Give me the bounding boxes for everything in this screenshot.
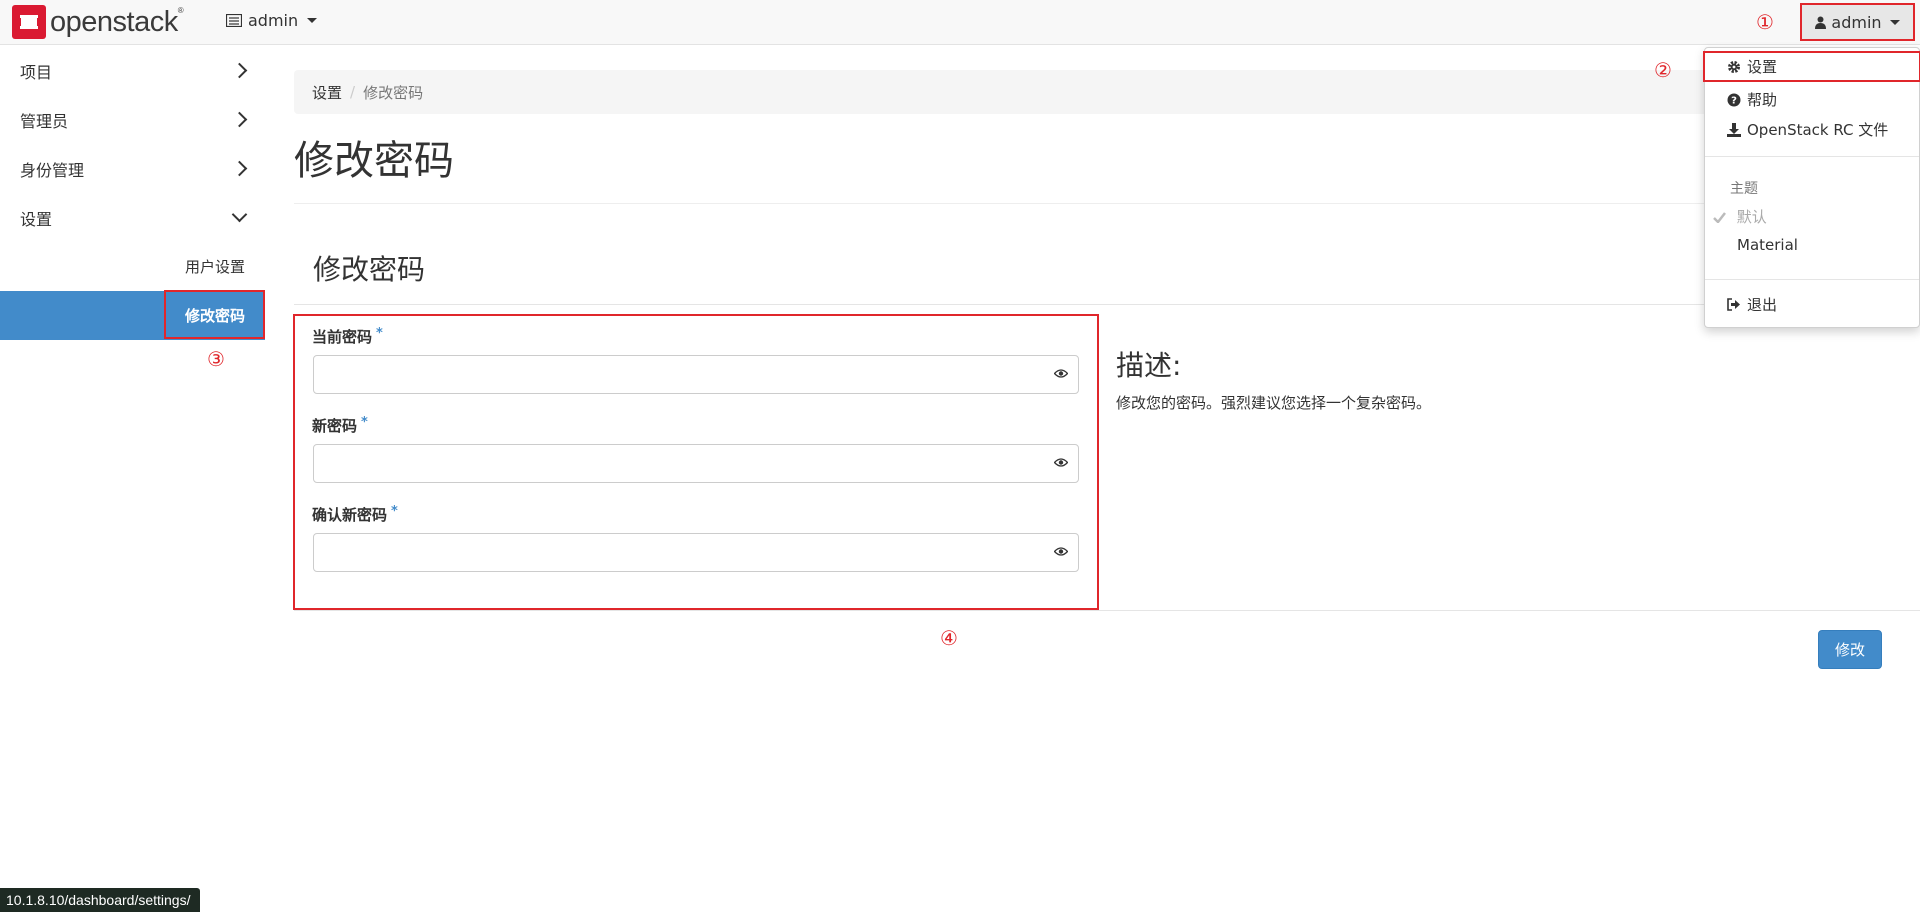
- chevron-right-icon: [231, 160, 248, 177]
- chevron-right-icon: [231, 62, 248, 79]
- menu-item-settings[interactable]: 设置: [1703, 51, 1920, 82]
- chevron-right-icon: [231, 111, 248, 128]
- breadcrumb-current: 修改密码: [363, 83, 424, 102]
- theme-option-label: Material: [1737, 236, 1798, 254]
- theme-option-material[interactable]: Material: [1737, 236, 1798, 254]
- check-icon: [1713, 212, 1726, 224]
- theme-option-default[interactable]: 默认: [1713, 206, 1767, 227]
- menu-item-help[interactable]: ? 帮助: [1705, 85, 1919, 114]
- description-text: 修改您的密码。强烈建议您选择一个复杂密码。: [1116, 394, 1432, 412]
- caret-down-icon: [307, 18, 318, 23]
- page-title: 修改密码: [294, 138, 454, 184]
- menu-item-label: 退出: [1747, 296, 1778, 314]
- current-password-input[interactable]: [313, 355, 1079, 394]
- caret-down-icon: [1889, 19, 1900, 25]
- divider: [294, 304, 1920, 305]
- menu-item-label: 设置: [1747, 58, 1778, 76]
- eye-icon[interactable]: [1054, 458, 1068, 467]
- annotation-marker-3: ③: [207, 347, 225, 371]
- annotation-marker-2: ②: [1654, 58, 1672, 82]
- eye-icon[interactable]: [1054, 369, 1068, 378]
- theme-option-label: 默认: [1736, 208, 1767, 226]
- description-title: 描述:: [1116, 349, 1182, 382]
- menu-item-logout[interactable]: 退出: [1705, 290, 1919, 319]
- menu-item-label: OpenStack RC 文件: [1747, 121, 1889, 139]
- project-switcher[interactable]: admin: [226, 11, 318, 30]
- user-icon: [1815, 16, 1827, 29]
- sidebar-subitem-change-password[interactable]: 修改密码: [0, 290, 265, 340]
- sidebar-item-settings[interactable]: 设置: [0, 193, 265, 242]
- confirm-password-label: 确认新密码 *: [312, 504, 398, 524]
- breadcrumb-parent[interactable]: 设置: [312, 82, 342, 103]
- sidebar-item-label: 设置: [20, 209, 53, 229]
- gear-icon: [1727, 60, 1741, 74]
- svg-text:?: ?: [1731, 95, 1737, 106]
- openstack-logo[interactable]: openstack®: [12, 5, 184, 39]
- divider: [294, 203, 1920, 204]
- download-icon: [1727, 122, 1741, 137]
- sidebar-item-label: 项目: [20, 62, 53, 82]
- sidebar-item-label: 身份管理: [20, 160, 85, 180]
- user-menu-button[interactable]: admin: [1800, 3, 1915, 41]
- eye-icon[interactable]: [1054, 547, 1068, 556]
- logo-text: openstack®: [50, 5, 184, 38]
- menu-divider: [1705, 156, 1919, 157]
- form-title: 修改密码: [313, 253, 426, 286]
- project-name: admin: [248, 11, 299, 30]
- sidebar-subitem-label: 用户设置: [184, 258, 245, 276]
- sidebar-item-identity[interactable]: 身份管理: [0, 144, 265, 193]
- current-password-label: 当前密码 *: [312, 326, 383, 346]
- new-password-input[interactable]: [313, 444, 1079, 483]
- breadcrumb-separator: /: [350, 83, 356, 101]
- annotation-marker-1: ①: [1756, 10, 1774, 34]
- sidebar: 项目 管理员 身份管理 设置 用户设置 修改密码: [0, 46, 265, 340]
- sidebar-subitem-label: 修改密码: [184, 307, 245, 325]
- user-dropdown-menu: 设置 ? 帮助 OpenStack RC 文件 主题 默认 Material 退…: [1703, 47, 1920, 328]
- user-name: admin: [1831, 12, 1882, 32]
- divider: [294, 610, 1920, 611]
- annotation-marker-4: ④: [940, 626, 958, 650]
- menu-divider: [1705, 279, 1919, 280]
- theme-header: 主题: [1730, 181, 1758, 197]
- openstack-logo-icon: [12, 5, 46, 39]
- submit-button[interactable]: 修改: [1818, 630, 1882, 669]
- project-list-icon: [226, 14, 242, 27]
- sidebar-item-admin[interactable]: 管理员: [0, 95, 265, 144]
- sidebar-item-label: 管理员: [20, 111, 69, 131]
- menu-item-rc-file[interactable]: OpenStack RC 文件: [1705, 115, 1919, 144]
- menu-item-label: 帮助: [1747, 91, 1778, 109]
- confirm-password-input[interactable]: [313, 533, 1079, 572]
- question-circle-icon: ?: [1727, 93, 1741, 107]
- new-password-label: 新密码 *: [312, 415, 368, 435]
- sign-out-icon: [1727, 298, 1741, 312]
- sidebar-subitem-user-settings[interactable]: 用户设置: [0, 242, 265, 291]
- browser-status-url: 10.1.8.10/dashboard/settings/: [0, 888, 201, 912]
- chevron-down-icon: [231, 206, 248, 223]
- sidebar-item-project[interactable]: 项目: [0, 46, 265, 95]
- top-navbar: openstack® admin ① admin: [0, 0, 1920, 45]
